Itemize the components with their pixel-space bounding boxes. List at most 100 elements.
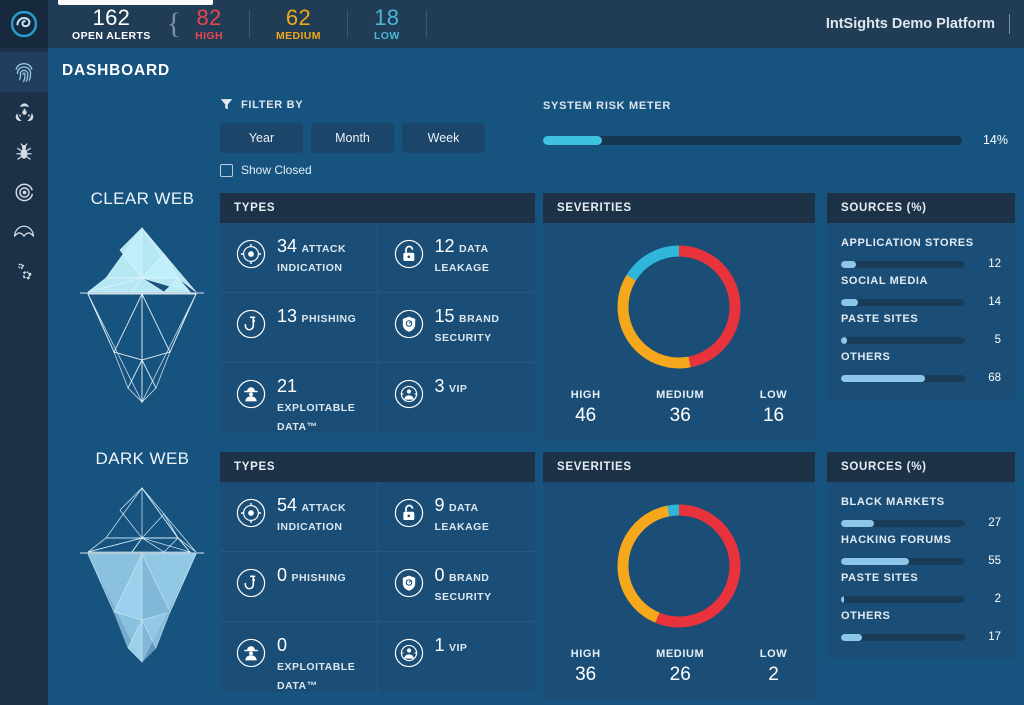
type-label: PHISHING bbox=[301, 313, 356, 325]
open-alerts-value: 162 bbox=[72, 6, 151, 29]
show-closed-checkbox[interactable] bbox=[220, 164, 233, 177]
type-cell-fish-hook[interactable]: 0 PHISHING bbox=[220, 552, 378, 622]
biohazard-icon bbox=[14, 102, 35, 123]
sidebar-item-malware[interactable] bbox=[0, 132, 48, 172]
type-value: 21 bbox=[277, 376, 297, 396]
spy-person-icon bbox=[236, 379, 266, 409]
panel-header: TYPES bbox=[220, 193, 535, 223]
type-value: 0 bbox=[277, 565, 287, 585]
open-alerts-label: OPEN ALERTS bbox=[72, 31, 151, 42]
panel-header: TYPES bbox=[220, 452, 535, 482]
severities-donut-chart bbox=[609, 496, 749, 636]
spy-person-icon bbox=[236, 638, 266, 668]
funnel-icon bbox=[220, 98, 233, 111]
panel-title: TYPES bbox=[234, 202, 275, 214]
divider bbox=[426, 10, 427, 38]
show-closed-toggle[interactable]: Show Closed bbox=[220, 163, 485, 177]
sidebar-item-fingerprint[interactable] bbox=[0, 52, 48, 92]
type-cell-fish-hook[interactable]: 13 PHISHING bbox=[220, 293, 378, 363]
attack-target-icon bbox=[236, 239, 266, 279]
filter-week-button[interactable]: Week bbox=[402, 123, 485, 153]
type-value: 34 bbox=[277, 236, 297, 256]
filter-year-button[interactable]: Year bbox=[220, 123, 303, 153]
severities-legend: HIGH 46 MEDIUM 36 LOW 16 bbox=[543, 389, 815, 427]
brace-decoration: { bbox=[167, 9, 181, 39]
spy-person-icon bbox=[236, 379, 266, 420]
unlock-padlock-icon bbox=[394, 498, 424, 538]
source-item: APPLICATION STORES 12 bbox=[841, 237, 1001, 270]
divider bbox=[1009, 14, 1010, 34]
source-name: SOCIAL MEDIA bbox=[841, 275, 1001, 287]
high-label: HIGH bbox=[195, 31, 223, 42]
fish-hook-icon bbox=[236, 568, 266, 598]
sources-body: BLACK MARKETS 27 HACKING FORUMS 55 PASTE… bbox=[827, 482, 1015, 658]
sidebar-item-settings[interactable] bbox=[0, 252, 48, 292]
risk-meter-track bbox=[543, 136, 962, 145]
filter-label: FILTER BY bbox=[241, 99, 303, 111]
type-cell-shield[interactable]: 15 BRAND SECURITY bbox=[378, 293, 536, 363]
shield-icon bbox=[394, 568, 424, 598]
source-item: PASTE SITES 2 bbox=[841, 572, 1001, 605]
source-bar-track bbox=[841, 596, 965, 603]
severity-value: 16 bbox=[760, 405, 787, 427]
filter-header: FILTER BY bbox=[220, 98, 485, 111]
filter-button-group: Year Month Week bbox=[220, 123, 485, 153]
intsights-eye-logo-icon bbox=[11, 11, 37, 37]
severity-key: HIGH bbox=[571, 648, 601, 660]
app-logo[interactable] bbox=[0, 0, 48, 48]
divider bbox=[249, 10, 250, 38]
source-bar-fill bbox=[841, 596, 844, 603]
dashboard-page: 162 OPEN ALERTS { 82 HIGH 62 MEDIUM 18 L… bbox=[0, 0, 1024, 705]
type-cell-attack-target[interactable]: 34 ATTACK INDICATION bbox=[220, 223, 378, 293]
source-row: 2 bbox=[841, 593, 1001, 605]
type-cell-unlock-padlock[interactable]: 12 DATA LEAKAGE bbox=[378, 223, 536, 293]
vip-person-icon bbox=[394, 638, 424, 679]
source-bar-fill bbox=[841, 299, 858, 306]
fish-hook-icon bbox=[236, 309, 266, 339]
sidebar-item-threat-intel[interactable] bbox=[0, 92, 48, 132]
type-cell-spy-person[interactable]: 0 EXPLOITABLE DATA™ bbox=[220, 622, 378, 692]
global-search-input[interactable] bbox=[58, 0, 213, 5]
source-row: 68 bbox=[841, 372, 1001, 384]
type-label: EXPLOITABLE DATA™ bbox=[277, 402, 355, 433]
source-bar-fill bbox=[841, 520, 874, 527]
source-item: HACKING FORUMS 55 bbox=[841, 534, 1001, 567]
type-label: EXPLOITABLE DATA™ bbox=[277, 661, 355, 692]
panel-header: SOURCES (%) bbox=[827, 193, 1015, 223]
dark-web-severities-panel: SEVERITIES HIGH 36 MEDIUM 26 LOW 2 bbox=[543, 452, 815, 700]
panel-header: SEVERITIES bbox=[543, 452, 815, 482]
spy-person-icon bbox=[236, 638, 266, 679]
dark-web-types-panel: TYPES 54 ATTACK INDICATION 9 DATA LEAKAG… bbox=[220, 452, 535, 692]
severity-value: 36 bbox=[656, 405, 704, 427]
stat-low[interactable]: 18 LOW bbox=[370, 6, 404, 42]
sidebar-item-attack-surface[interactable] bbox=[0, 172, 48, 212]
severity-value: 26 bbox=[656, 664, 704, 686]
stat-medium[interactable]: 62 MEDIUM bbox=[272, 6, 325, 42]
stat-high[interactable]: 82 HIGH bbox=[191, 6, 227, 42]
type-label: VIP bbox=[449, 383, 467, 395]
vip-person-icon bbox=[394, 379, 424, 409]
vip-person-icon bbox=[394, 379, 424, 420]
source-item: SOCIAL MEDIA 14 bbox=[841, 275, 1001, 308]
types-grid: 54 ATTACK INDICATION 9 DATA LEAKAGE 0 PH… bbox=[220, 482, 535, 692]
source-value: 27 bbox=[965, 517, 1001, 529]
type-cell-unlock-padlock[interactable]: 9 DATA LEAKAGE bbox=[378, 482, 536, 552]
attack-target-icon bbox=[236, 239, 266, 269]
source-value: 2 bbox=[965, 593, 1001, 605]
type-cell-spy-person[interactable]: 21 EXPLOITABLE DATA™ bbox=[220, 363, 378, 433]
severity-key: MEDIUM bbox=[656, 389, 704, 401]
source-bar-track bbox=[841, 261, 965, 268]
filter-month-button[interactable]: Month bbox=[311, 123, 394, 153]
type-cell-vip-person[interactable]: 3 VIP bbox=[378, 363, 536, 433]
source-row: 27 bbox=[841, 517, 1001, 529]
source-bar-fill bbox=[841, 375, 925, 382]
type-cell-shield[interactable]: 0 BRAND SECURITY bbox=[378, 552, 536, 622]
type-cell-vip-person[interactable]: 1 VIP bbox=[378, 622, 536, 692]
panel-title: SEVERITIES bbox=[557, 461, 632, 473]
source-name: HACKING FORUMS bbox=[841, 534, 1001, 546]
stat-open-alerts[interactable]: 162 OPEN ALERTS bbox=[68, 6, 155, 42]
severity-key: MEDIUM bbox=[656, 648, 704, 660]
severity-legend-medium: MEDIUM 26 bbox=[656, 648, 704, 686]
type-cell-attack-target[interactable]: 54 ATTACK INDICATION bbox=[220, 482, 378, 552]
sidebar-item-protection[interactable] bbox=[0, 212, 48, 252]
